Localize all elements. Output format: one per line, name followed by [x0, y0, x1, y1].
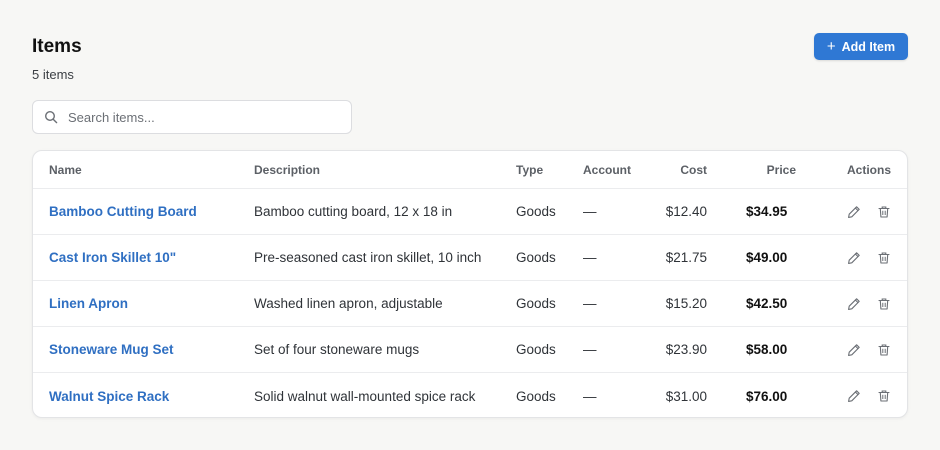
- item-account: —: [583, 342, 597, 357]
- item-account: —: [583, 388, 597, 404]
- column-header-cost[interactable]: Cost: [680, 151, 707, 188]
- item-account: —: [583, 204, 597, 219]
- item-cost: $15.20: [665, 296, 707, 311]
- add-item-button-label: Add Item: [841, 39, 896, 54]
- item-name-link[interactable]: Stoneware Mug Set: [49, 342, 174, 357]
- item-cost: $31.00: [665, 388, 707, 404]
- edit-icon[interactable]: [847, 251, 861, 265]
- item-type: Goods: [516, 388, 556, 404]
- item-name-link[interactable]: Linen Apron: [49, 296, 128, 311]
- column-header-name[interactable]: Name: [49, 151, 82, 188]
- item-price: $49.00: [746, 250, 788, 265]
- table-row: Cast Iron Skillet 10" Pre-seasoned cast i…: [33, 235, 907, 281]
- search-box[interactable]: [32, 100, 352, 134]
- column-header-account[interactable]: Account: [583, 151, 631, 188]
- item-description: Pre-seasoned cast iron skillet, 10 inch: [254, 250, 482, 265]
- trash-icon[interactable]: [877, 205, 891, 219]
- trash-icon[interactable]: [877, 343, 891, 357]
- item-cost: $23.90: [665, 342, 707, 357]
- table-row: Linen Apron Washed linen apron, adjustabl…: [33, 281, 907, 327]
- search-icon: [44, 110, 58, 124]
- table-row: Walnut Spice Rack Solid walnut wall-mount…: [33, 373, 907, 417]
- table-header: Name Description Type Account Cost Price…: [33, 151, 907, 189]
- row-actions: [847, 281, 891, 326]
- item-price: $42.50: [746, 296, 788, 311]
- column-header-actions: Actions: [846, 162, 891, 177]
- trash-icon[interactable]: [877, 251, 891, 265]
- item-description: Bamboo cutting board, 12 x 18 in: [254, 204, 453, 219]
- column-header-type[interactable]: Type: [516, 151, 543, 188]
- edit-icon[interactable]: [847, 343, 861, 357]
- item-description: Set of four stoneware mugs: [254, 342, 420, 357]
- column-header-price[interactable]: Price: [767, 151, 796, 188]
- edit-icon[interactable]: [847, 297, 861, 311]
- item-cost: $12.40: [665, 204, 707, 219]
- item-type: Goods: [516, 250, 556, 265]
- table-row: Stoneware Mug Set Set of four stoneware m…: [33, 327, 907, 373]
- trash-icon[interactable]: [877, 389, 891, 403]
- row-actions: [847, 373, 891, 417]
- add-item-button[interactable]: + Add Item: [814, 33, 908, 60]
- item-type: Goods: [516, 204, 556, 219]
- item-price: $76.00: [746, 388, 788, 404]
- trash-icon[interactable]: [877, 297, 891, 311]
- table-row: Bamboo Cutting Board Bamboo cutting board…: [33, 189, 907, 235]
- item-price: $58.00: [746, 342, 788, 357]
- item-name-link[interactable]: Bamboo Cutting Board: [49, 204, 197, 219]
- column-header-description[interactable]: Description: [254, 151, 320, 188]
- edit-icon[interactable]: [847, 389, 861, 403]
- items-table: Name Description Type Account Cost Price…: [32, 150, 908, 418]
- item-type: Goods: [516, 296, 556, 311]
- item-description: Solid walnut wall-mounted spice rack: [254, 388, 476, 404]
- item-cost: $21.75: [665, 250, 707, 265]
- item-count: 5 items: [32, 67, 74, 82]
- item-name-link[interactable]: Cast Iron Skillet 10": [49, 250, 176, 265]
- item-account: —: [583, 250, 597, 265]
- item-account: —: [583, 296, 597, 311]
- item-name-link[interactable]: Walnut Spice Rack: [49, 389, 169, 404]
- item-description: Washed linen apron, adjustable: [254, 296, 443, 311]
- search-input[interactable]: [68, 109, 338, 125]
- page-title: Items: [32, 36, 82, 57]
- item-price: $34.95: [746, 204, 788, 219]
- table-body: Bamboo Cutting Board Bamboo cutting board…: [33, 189, 907, 417]
- row-actions: [847, 235, 891, 280]
- edit-icon[interactable]: [847, 205, 861, 219]
- row-actions: [847, 189, 891, 234]
- row-actions: [847, 327, 891, 372]
- plus-icon: +: [826, 37, 836, 55]
- item-type: Goods: [516, 342, 556, 357]
